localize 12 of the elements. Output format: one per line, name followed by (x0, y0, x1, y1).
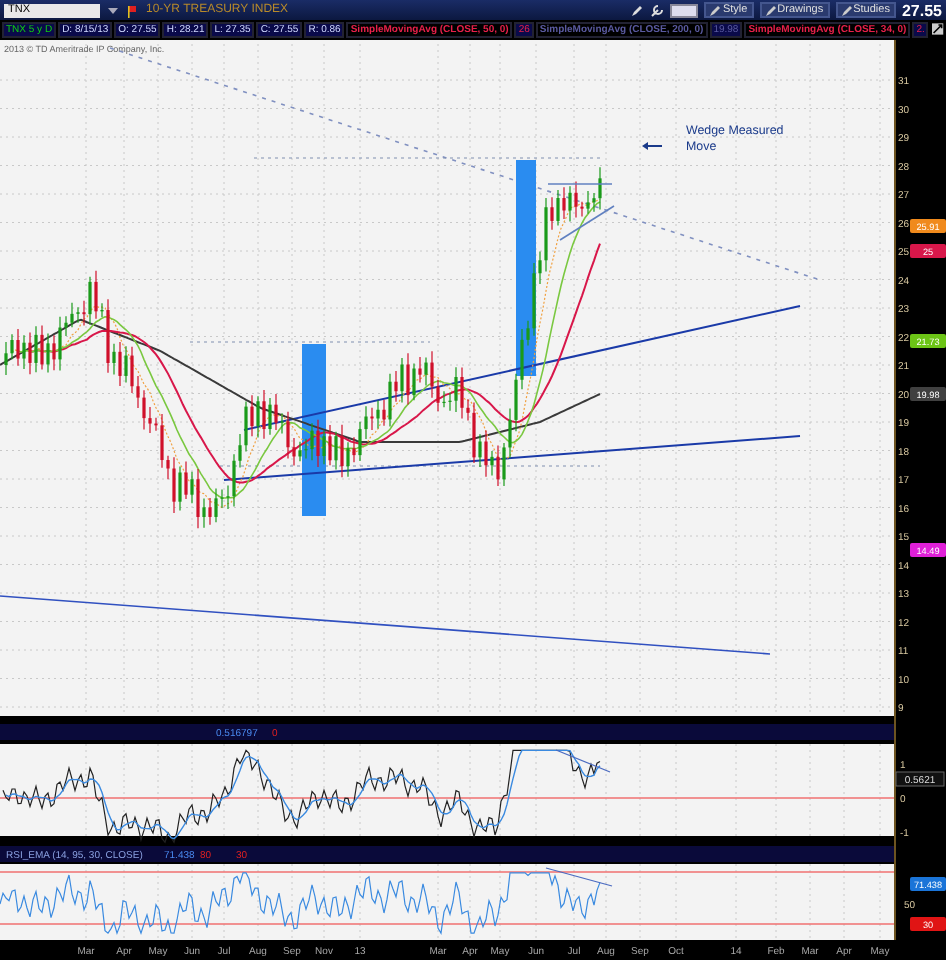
divergence-line (545, 867, 613, 887)
flag-icon (126, 3, 140, 17)
pencil-icon (710, 5, 721, 15)
last-price: 27.55 (901, 1, 942, 19)
wedge-lower-line (559, 205, 615, 241)
wrench-icon[interactable] (650, 3, 665, 17)
pencil-icon (765, 5, 776, 15)
arrow-icon (642, 142, 663, 150)
expand-icon[interactable] (932, 22, 944, 36)
wedge-upper-line (547, 183, 613, 185)
pencil-icon (841, 5, 852, 15)
divergence-line (555, 749, 611, 773)
